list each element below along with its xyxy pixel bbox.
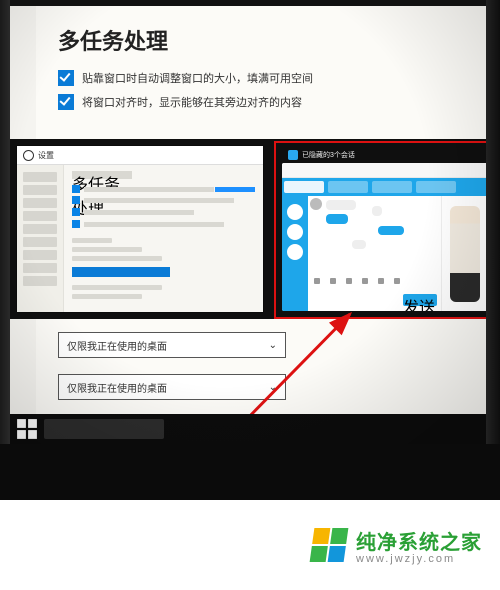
- start-button[interactable]: [16, 418, 38, 440]
- checkbox-checked-icon[interactable]: [58, 70, 74, 86]
- contact-avatar[interactable]: [287, 204, 303, 220]
- virtual-desktop-settings: 仅限我正在使用的桌面 ⌄ 仅限我正在使用的桌面 ⌄: [58, 328, 286, 400]
- chat-tab[interactable]: [372, 181, 412, 193]
- toolbar-icon[interactable]: [378, 278, 384, 284]
- chat-bubble: [326, 200, 356, 210]
- dropdown-value: 仅限我正在使用的桌面: [67, 380, 167, 395]
- chat-bubble: [352, 240, 366, 249]
- taskbar-show-windows-dropdown[interactable]: 仅限我正在使用的桌面 ⌄: [58, 332, 286, 358]
- chevron-down-icon: ⌄: [269, 382, 277, 393]
- snap-suggest-checkbox-row[interactable]: 将窗口对齐时，显示能够在其旁边对齐的内容: [58, 94, 478, 110]
- contact-avatar[interactable]: [287, 244, 303, 260]
- screenshot-photo: 多任务处理 贴靠窗口时自动调整窗口的大小，填满可用空间 将窗口对齐时，显示能够在…: [0, 0, 500, 500]
- settings-content: 多任务处理: [64, 165, 263, 313]
- desktop-screen: 多任务处理 贴靠窗口时自动调整窗口的大小，填满可用空间 将窗口对齐时，显示能够在…: [10, 6, 486, 444]
- chat-bubble: [326, 214, 348, 224]
- contact-avatar[interactable]: [287, 224, 303, 240]
- dropdown-value: 仅限我正在使用的桌面: [67, 338, 167, 353]
- toolbar-icon[interactable]: [394, 278, 400, 284]
- snap-assist-overlay: 设置 多任务处理: [10, 139, 486, 319]
- snap-resize-checkbox-row[interactable]: 贴靠窗口时自动调整窗口的大小，填满可用空间: [58, 70, 478, 86]
- snap-resize-label: 贴靠窗口时自动调整窗口的大小，填满可用空间: [82, 70, 313, 86]
- toolbar-icon[interactable]: [330, 278, 336, 284]
- monitor-bezel-bottom: [0, 444, 500, 500]
- alt-tab-show-windows-dropdown[interactable]: 仅限我正在使用的桌面 ⌄: [58, 374, 286, 400]
- snap-suggest-label: 将窗口对齐时，显示能够在其旁边对齐的内容: [82, 94, 302, 110]
- candidate-window-titlebar: 已隐藏的3个会话: [288, 149, 482, 161]
- chat-tab[interactable]: [416, 181, 456, 193]
- gear-icon: [23, 150, 34, 161]
- toolbar-icon[interactable]: [362, 278, 368, 284]
- toolbar-icon[interactable]: [314, 278, 320, 284]
- snap-candidate-thumbnail[interactable]: 发送: [282, 163, 486, 311]
- chat-profile-panel: [441, 196, 486, 311]
- settings-window-title: 设置: [38, 150, 54, 161]
- monitor-bezel-left: [0, 0, 10, 500]
- settings-window-header: 设置: [17, 146, 263, 165]
- settings-section-title: 多任务处理: [72, 171, 132, 179]
- chat-message-area: 发送: [308, 196, 441, 311]
- message-avatar: [310, 198, 322, 210]
- profile-avatar-figure: [450, 206, 480, 302]
- settings-dropdown-highlight[interactable]: [72, 267, 170, 277]
- send-button[interactable]: 发送: [403, 294, 437, 306]
- chevron-down-icon: ⌄: [269, 340, 277, 351]
- chat-window-header: [282, 163, 486, 178]
- watermark-bar: 纯净系统之家 www.jwzjy.com: [0, 500, 500, 590]
- chat-input-toolbar: [314, 278, 435, 286]
- candidate-window-title: 已隐藏的3个会话: [302, 150, 355, 160]
- checkbox-checked-icon[interactable]: [58, 94, 74, 110]
- settings-sidebar: [17, 165, 64, 313]
- chat-contact-list: [282, 196, 308, 311]
- chat-tab[interactable]: [284, 181, 324, 193]
- snap-left-thumbnail[interactable]: 设置 多任务处理: [16, 145, 264, 313]
- annotation-highlight-box: 已隐藏的3个会话: [274, 141, 486, 319]
- monitor-bezel-right: [486, 0, 500, 500]
- taskbar-search-box[interactable]: [44, 419, 164, 439]
- toolbar-icon[interactable]: [346, 278, 352, 284]
- chat-bubble: [372, 206, 382, 216]
- windows-taskbar[interactable]: [10, 414, 486, 444]
- chat-tab[interactable]: [328, 181, 368, 193]
- page-title: 多任务处理: [58, 24, 478, 56]
- watermark-brand: 纯净系统之家: [356, 526, 482, 555]
- qq-app-icon: [288, 150, 298, 160]
- watermark-logo-icon: [310, 528, 349, 562]
- chat-tabs: [282, 178, 486, 196]
- chat-bubble: [378, 226, 404, 235]
